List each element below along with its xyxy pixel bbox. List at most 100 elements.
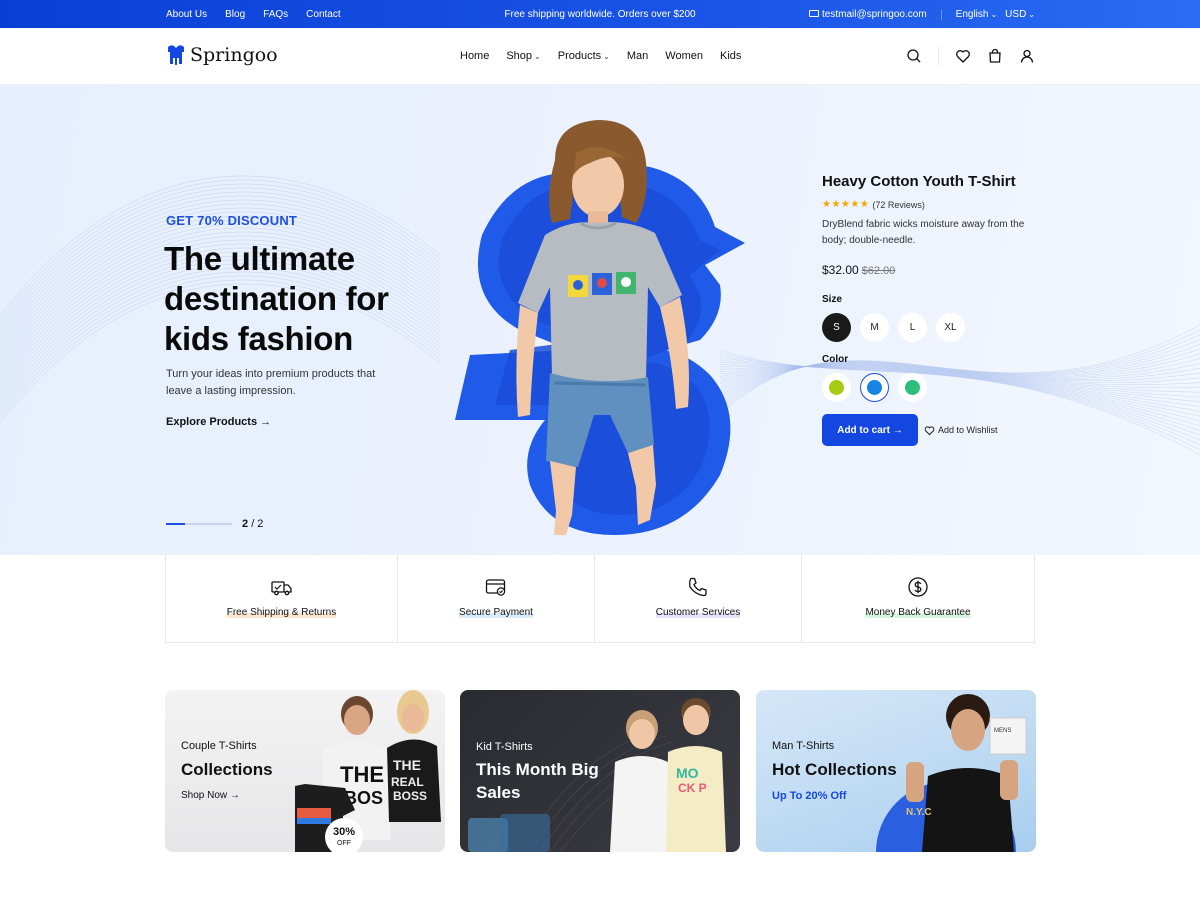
language-select[interactable]: English ⌄ <box>956 9 998 20</box>
svg-text:THE: THE <box>393 757 421 773</box>
size-option-m[interactable]: M <box>860 313 889 342</box>
divider <box>940 9 942 20</box>
color-options <box>822 373 1032 402</box>
chevron-down-icon: ⌄ <box>1028 10 1035 19</box>
feature-label: Secure Payment <box>459 607 533 618</box>
feature-free-shipping: Free Shipping & Returns <box>166 555 398 642</box>
main-header: Springoo Home Shop ⌄ Products ⌄ Man Women … <box>0 28 1200 85</box>
main-nav: Home Shop ⌄ Products ⌄ Man Women Kids <box>460 50 741 62</box>
currency-select[interactable]: USD ⌄ <box>1005 9 1035 20</box>
nav-shop[interactable]: Shop ⌄ <box>506 50 540 62</box>
faqs-link[interactable]: FAQs <box>263 9 288 20</box>
bag-icon[interactable] <box>987 48 1003 64</box>
explore-products-link[interactable]: Explore Products → <box>166 416 271 428</box>
blog-link[interactable]: Blog <box>225 9 245 20</box>
collection-title: Hot Collections <box>772 760 897 779</box>
nav-kids[interactable]: Kids <box>720 50 741 62</box>
nav-home[interactable]: Home <box>460 50 489 62</box>
svg-text:THE: THE <box>340 762 384 787</box>
slider-pager: 2 / 2 <box>166 518 263 530</box>
feature-money-back: Money Back Guarantee <box>802 555 1034 642</box>
discount-eyebrow: GET 70% DISCOUNT <box>166 213 298 228</box>
collection-card-couple[interactable]: THE BOS THE REAL BOSS Couple T-Shirts Co… <box>165 690 445 852</box>
collection-card-man[interactable]: N.Y.C MENS Man T-Shirts Hot Collections … <box>756 690 1036 852</box>
product-actions: Add to cart → Add to Wishlist <box>822 414 1032 446</box>
hero-product-image <box>455 120 745 536</box>
size-option-l[interactable]: L <box>898 313 927 342</box>
product-price: $32.00 $62.00 <box>822 263 1032 277</box>
currency-value: USD <box>1005 9 1027 20</box>
size-option-s[interactable]: S <box>822 313 851 342</box>
shop-now-link[interactable]: Shop Now → <box>181 790 240 801</box>
product-description: DryBlend fabric wicks moisture away from… <box>822 219 1025 246</box>
user-icon[interactable] <box>1019 48 1035 64</box>
collection-title: This Month Big Sales <box>476 760 599 802</box>
slide-current: 2 <box>242 518 249 530</box>
nav-man[interactable]: Man <box>627 50 648 62</box>
chevron-down-icon: ⌄ <box>603 52 610 61</box>
collection-subtitle: Couple T-Shirts <box>181 740 257 752</box>
top-bar: Free shipping worldwide. Orders over $20… <box>0 0 1200 28</box>
about-us-link[interactable]: About Us <box>166 9 207 20</box>
add-to-wishlist-button[interactable]: Add to Wishlist <box>924 425 998 436</box>
phone-icon <box>689 577 707 597</box>
header-icons <box>906 47 1035 65</box>
old-price: $62.00 <box>861 265 896 277</box>
email-link[interactable]: testmail@springoo.com <box>809 9 927 20</box>
hero-banner: GET 70% DISCOUNT The ultimate destinatio… <box>0 85 1200 555</box>
badge-label: OFF <box>337 840 351 847</box>
nav-shop-label: Shop <box>506 50 533 62</box>
color-swatch-lime[interactable] <box>822 373 851 402</box>
nav-products-label: Products <box>557 50 602 62</box>
color-label: Color <box>822 354 849 365</box>
wishlist-label: Add to Wishlist <box>938 425 998 435</box>
svg-text:CK P: CK P <box>678 781 707 795</box>
badge-value: 30% <box>332 826 356 838</box>
color-dot <box>905 380 920 395</box>
collection-card-kids[interactable]: MO CK P Kid T-Shirts This Month Big Sale… <box>460 690 740 852</box>
divider <box>938 47 939 65</box>
slider-progress-fill <box>166 523 186 525</box>
feature-customer-services: Customer Services <box>595 555 802 642</box>
svg-text:N.Y.C: N.Y.C <box>906 807 932 818</box>
logo-text: Springoo <box>190 44 278 66</box>
svg-text:REAL: REAL <box>391 775 424 789</box>
svg-text:BOSS: BOSS <box>393 789 427 803</box>
chevron-down-icon: ⌄ <box>534 52 541 61</box>
nav-products[interactable]: Products ⌄ <box>558 50 610 62</box>
dollar-icon <box>908 577 928 597</box>
discount-badge: 30% OFF <box>325 818 363 852</box>
size-option-xl[interactable]: XL <box>936 313 965 342</box>
top-links: About Us Blog FAQs Contact <box>166 9 341 20</box>
discount-link[interactable]: Up To 20% Off <box>772 790 846 802</box>
color-dot <box>867 380 882 395</box>
heart-icon[interactable] <box>955 48 971 64</box>
logo-icon <box>168 45 184 65</box>
heart-icon <box>924 425 935 435</box>
language-value: English <box>955 9 989 20</box>
feature-label: Customer Services <box>655 607 741 618</box>
feature-label: Money Back Guarantee <box>865 607 971 618</box>
contact-link[interactable]: Contact <box>306 9 340 20</box>
mail-icon <box>809 10 820 17</box>
slider-progress-track[interactable] <box>166 523 232 525</box>
hero-headline: The ultimate destination for kids fashio… <box>164 240 389 357</box>
add-to-cart-button[interactable]: Add to cart → <box>822 414 918 446</box>
logo[interactable]: Springoo <box>166 44 278 66</box>
product-rating: ★★★★★ (72 Reviews) <box>822 199 1032 210</box>
size-options: S M L XL <box>822 313 1032 342</box>
hero-subtext: Turn your ideas into premium products th… <box>166 368 376 397</box>
collection-subtitle: Man T-Shirts <box>772 740 835 752</box>
color-dot <box>829 380 844 395</box>
product-title: Heavy Cotton Youth T-Shirt <box>822 173 1016 190</box>
slide-total: / 2 <box>251 518 264 530</box>
collection-subtitle: Kid T-Shirts <box>476 741 533 753</box>
color-swatch-green[interactable] <box>898 373 927 402</box>
feature-label: Free Shipping & Returns <box>226 607 337 618</box>
nav-women[interactable]: Women <box>665 50 703 62</box>
card-icon <box>485 579 506 596</box>
review-count[interactable]: (72 Reviews) <box>872 200 925 210</box>
search-icon[interactable] <box>906 48 922 64</box>
color-swatch-blue[interactable] <box>860 373 889 402</box>
collection-title: Collections <box>181 760 273 779</box>
